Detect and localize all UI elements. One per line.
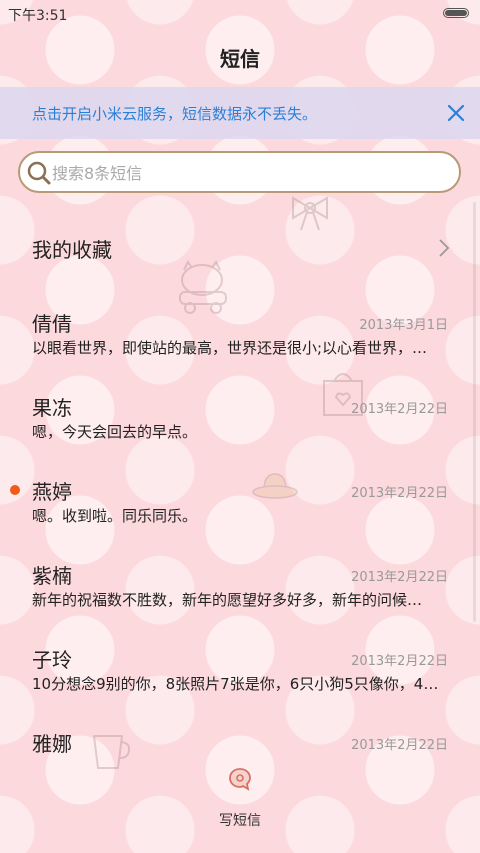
- status-bar: 下午3:51: [0, 0, 480, 28]
- status-time: 下午3:51: [8, 8, 68, 24]
- message-item[interactable]: 倩倩 2013年3月1日 以眼看世界，即使站的最高，世界还是很小;以心看世界，…: [0, 308, 480, 392]
- message-preview: 嗯，今天会回去的早点。: [32, 423, 198, 441]
- close-icon[interactable]: [442, 99, 470, 127]
- search-bar[interactable]: [18, 151, 461, 193]
- message-date: 2013年2月22日: [351, 654, 448, 669]
- chevron-right-icon: [439, 239, 450, 257]
- compose-icon: [229, 768, 251, 791]
- contact-name: 子玲: [32, 648, 72, 672]
- cloud-banner-text[interactable]: 点击开启小米云服务，短信数据永不丢失。: [32, 103, 317, 124]
- favorites-row[interactable]: 我的收藏: [0, 220, 480, 276]
- title-bar: 短信: [0, 28, 480, 86]
- search-icon: [27, 161, 51, 185]
- message-preview: 以眼看世界，即使站的最高，世界还是很小;以心看世界，…: [32, 339, 428, 357]
- compose-button[interactable]: 写短信: [200, 766, 280, 836]
- compose-label: 写短信: [219, 813, 261, 829]
- message-item[interactable]: 燕婷 2013年2月22日 嗯。收到啦。同乐同乐。: [0, 476, 480, 560]
- message-item[interactable]: 紫楠 2013年2月22日 新年的祝福数不胜数，新年的愿望好多好多，新年的问候…: [0, 560, 480, 644]
- message-preview: 10分想念9别的你，8张照片7张是你，6只小狗5只像你，4…: [32, 675, 439, 693]
- cloud-service-banner[interactable]: 点击开启小米云服务，短信数据永不丢失。: [0, 87, 480, 139]
- message-date: 2013年2月22日: [351, 738, 448, 753]
- message-preview: 嗯。收到啦。同乐同乐。: [32, 507, 198, 525]
- message-item[interactable]: 子玲 2013年2月22日 10分想念9别的你，8张照片7张是你，6只小狗5只像…: [0, 644, 480, 728]
- contact-name: 果冻: [32, 396, 72, 420]
- message-date: 2013年2月22日: [351, 486, 448, 501]
- search-input[interactable]: [50, 153, 444, 193]
- message-item[interactable]: 果冻 2013年2月22日 嗯，今天会回去的早点。: [0, 392, 480, 476]
- unread-indicator: [10, 485, 20, 495]
- message-preview: 新年的祝福数不胜数，新年的愿望好多好多，新年的问候…: [32, 591, 423, 609]
- message-date: 2013年3月1日: [359, 318, 448, 333]
- contact-name: 燕婷: [32, 480, 72, 504]
- message-date: 2013年2月22日: [351, 402, 448, 417]
- message-item[interactable]: 雅娜 2013年2月22日: [0, 728, 480, 768]
- favorites-label: 我的收藏: [32, 238, 112, 262]
- message-date: 2013年2月22日: [351, 570, 448, 585]
- battery-icon: [443, 8, 469, 18]
- contact-name: 倩倩: [32, 312, 72, 336]
- page-title: 短信: [220, 46, 260, 71]
- contact-name: 紫楠: [32, 564, 72, 588]
- contact-name: 雅娜: [32, 732, 72, 756]
